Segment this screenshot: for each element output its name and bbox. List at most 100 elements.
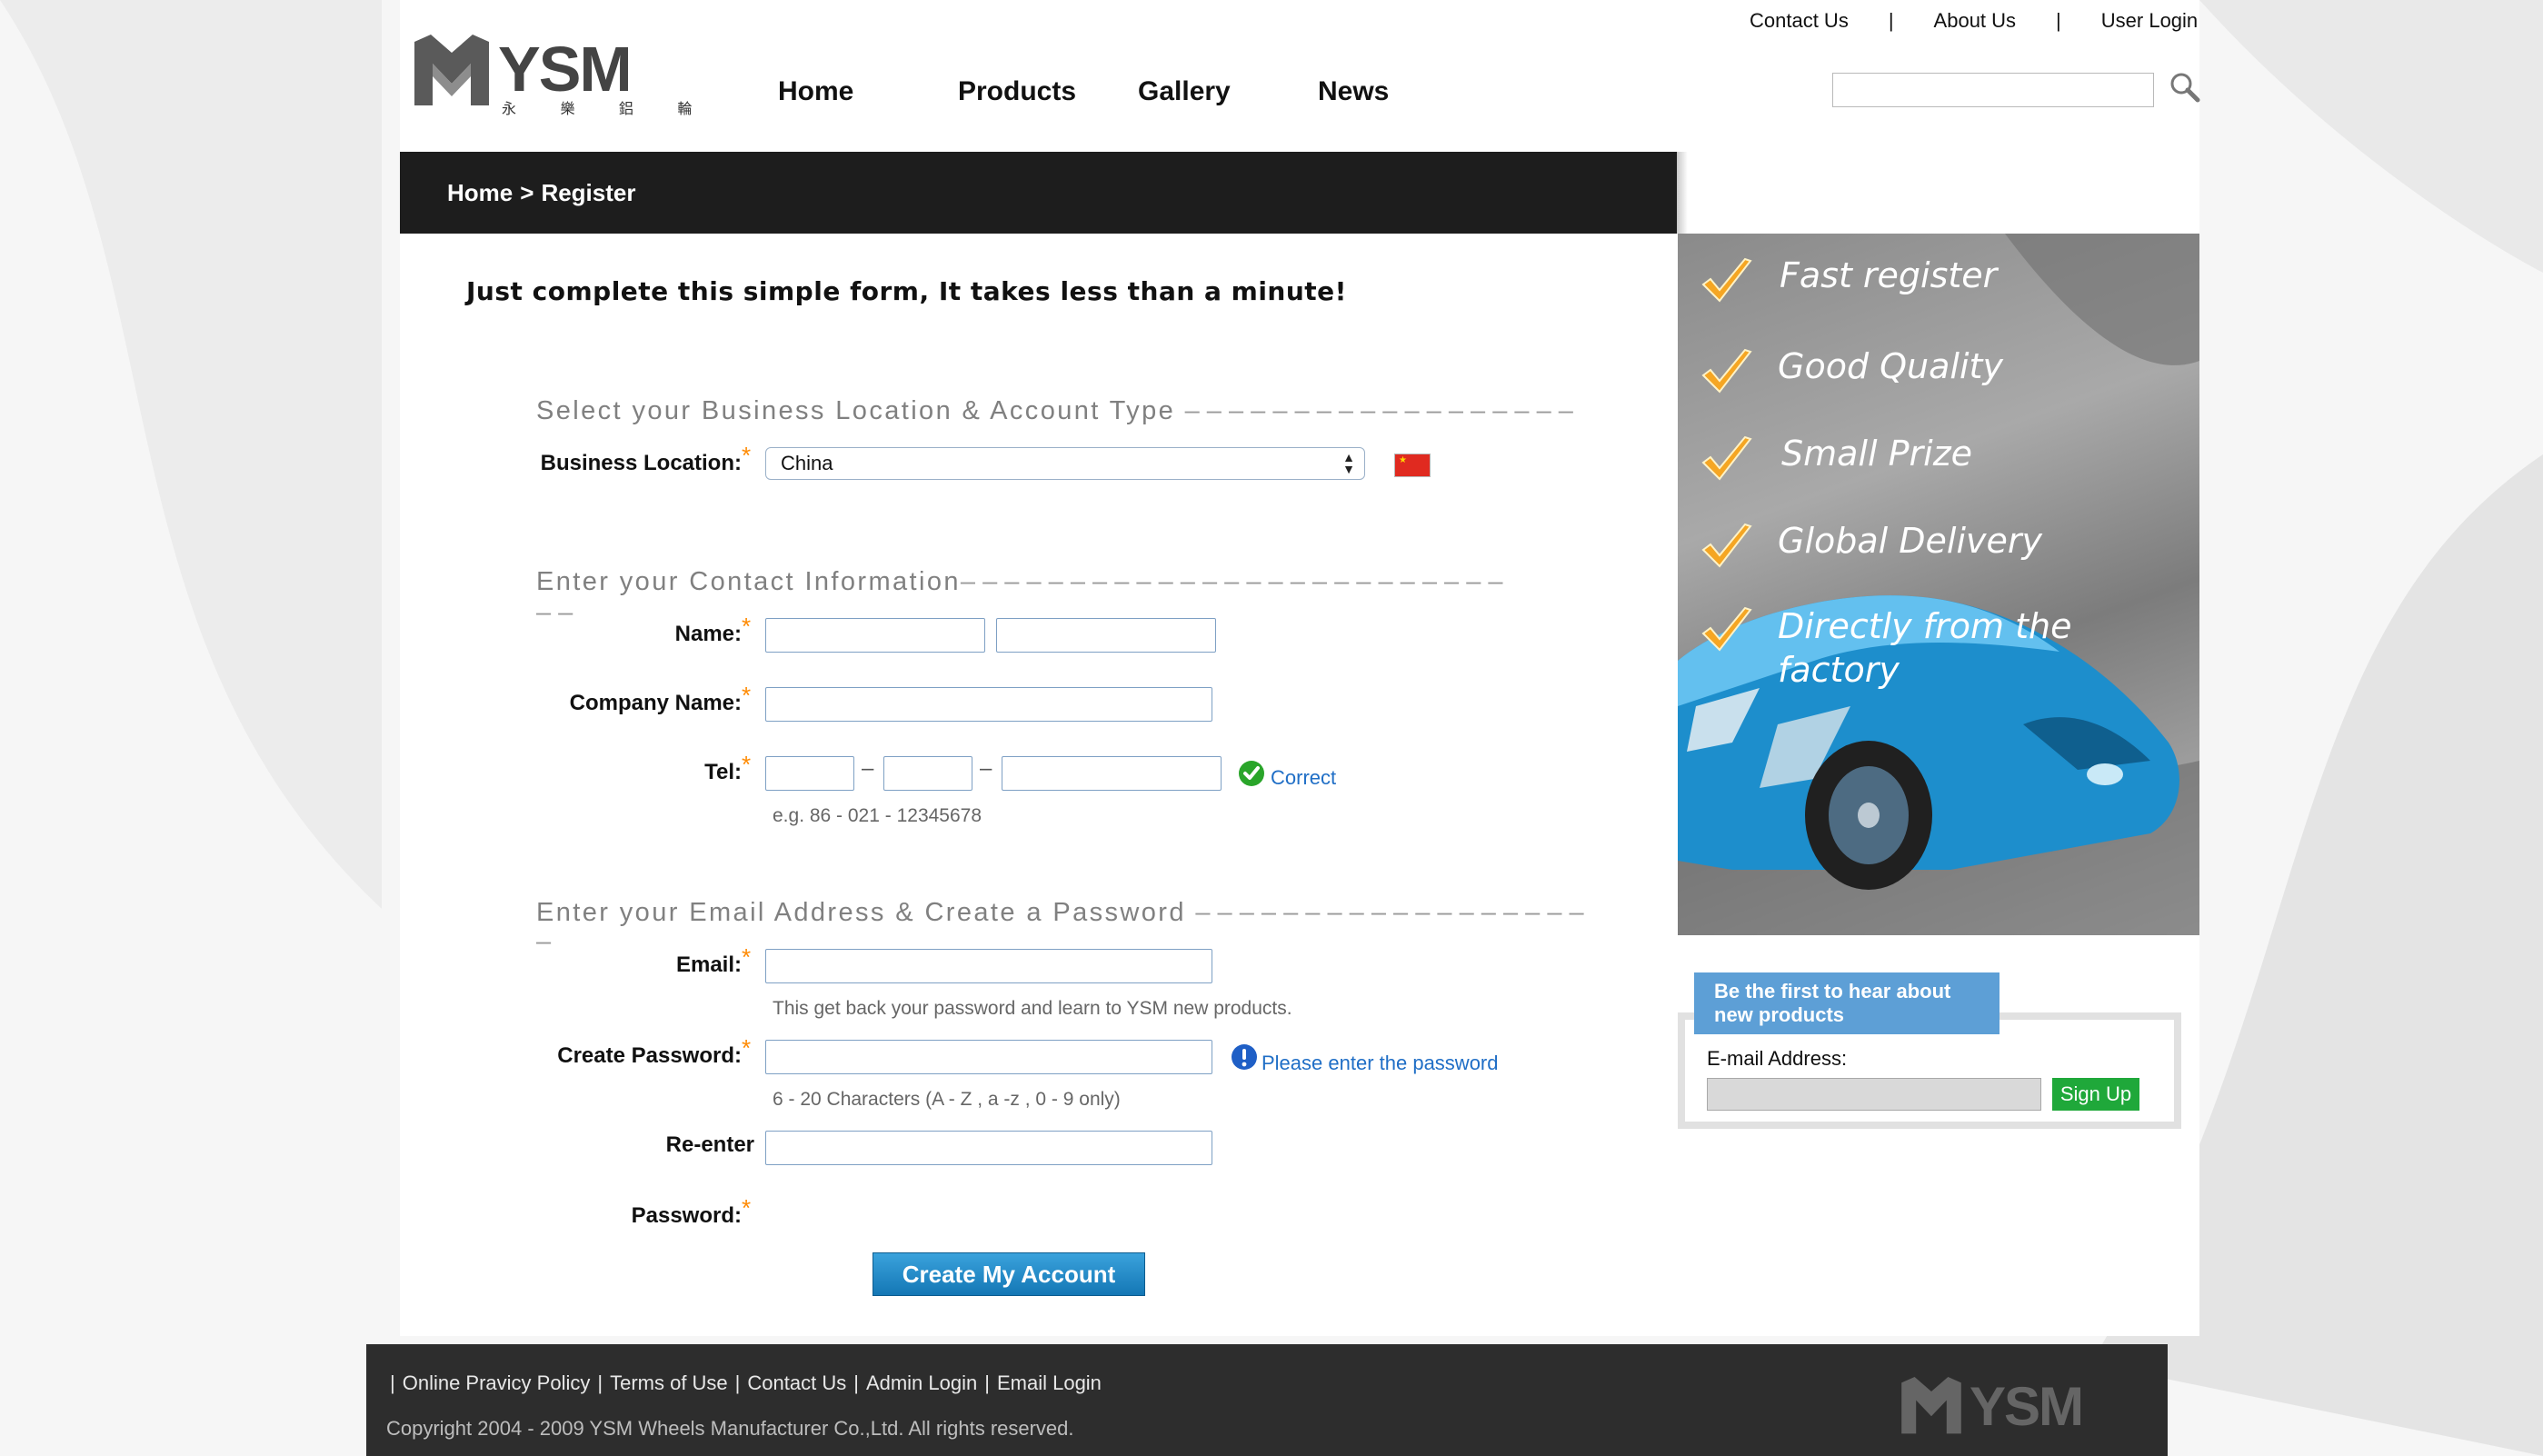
benefit-fast-register: Fast register: [1780, 255, 1998, 295]
footer-separator: |: [390, 1371, 395, 1394]
tel-area-code-input[interactable]: [883, 756, 972, 791]
sign-up-button[interactable]: Sign Up: [2052, 1078, 2139, 1111]
benefit-good-quality: Good Quality: [1778, 346, 2003, 386]
required-asterisk: *: [742, 1034, 752, 1062]
tel-hint: e.g. 86 - 021 - 12345678: [773, 805, 982, 826]
reenter-password-label: Password:: [631, 1203, 742, 1228]
newsletter-title: Be the first to hear about new products: [1694, 972, 1999, 1034]
business-location-label: Business Location:: [540, 451, 742, 475]
check-icon: [1700, 348, 1754, 399]
top-link-about-us[interactable]: About Us: [1934, 9, 2017, 36]
tel-number-input[interactable]: [1002, 756, 1222, 791]
section-title-email: Enter your Email Address & Create a Pass…: [536, 898, 1584, 928]
company-name-label: Company Name:: [569, 691, 742, 715]
nav-home[interactable]: Home: [778, 76, 853, 107]
footer-separator: |: [984, 1371, 990, 1394]
footer-separator: |: [734, 1371, 741, 1394]
top-links: Contact Us | About Us | User Login: [1750, 9, 2204, 36]
required-asterisk: *: [742, 613, 752, 640]
success-check-icon: [1238, 760, 1265, 787]
nav-gallery[interactable]: Gallery: [1138, 76, 1231, 107]
newsletter-title-line1: Be the first to hear about: [1714, 980, 1951, 1002]
top-link-separator: |: [2056, 9, 2061, 32]
required-asterisk: *: [742, 751, 752, 778]
check-icon: [1700, 606, 1754, 657]
check-icon: [1700, 257, 1754, 308]
search-input[interactable]: [1832, 73, 2154, 107]
nav-news[interactable]: News: [1318, 76, 1389, 107]
search-icon[interactable]: [2169, 71, 2201, 104]
tel-separator: –: [862, 756, 874, 781]
email-hint: This get back your password and learn to…: [773, 998, 1292, 1019]
info-alert-icon: [1231, 1043, 1258, 1071]
section-title-contact-text: Enter your Contact Information: [536, 567, 961, 596]
footer-separator: |: [853, 1371, 859, 1394]
email-input[interactable]: [765, 949, 1212, 983]
breadcrumb-separator: >: [520, 178, 534, 206]
benefit-directly-from-the: Directly from the: [1778, 606, 2072, 646]
newsletter-email-label: E-mail Address:: [1707, 1047, 1848, 1070]
breadcrumb-shadow: [1677, 152, 1688, 234]
footer-logo-icon: [1901, 1377, 1961, 1434]
benefits-list: Fast register Good Quality Small Prize G…: [1678, 234, 2199, 706]
section-title-contact: Enter your Contact Information– – – – – …: [536, 567, 1503, 597]
required-asterisk: *: [742, 943, 752, 971]
newsletter-email-input[interactable]: [1707, 1078, 2041, 1111]
top-link-user-login[interactable]: User Login: [2101, 9, 2198, 36]
top-link-separator: |: [1888, 9, 1894, 32]
section-divider: – – – – – – – – – – – – – – – – – –: [1195, 898, 1584, 927]
create-password-label: Create Password:: [557, 1043, 742, 1068]
breadcrumb-home[interactable]: Home: [447, 179, 513, 207]
top-link-contact-us[interactable]: Contact Us: [1750, 9, 1849, 36]
reenter-password-input[interactable]: [765, 1131, 1212, 1165]
tel-separator: –: [980, 756, 992, 781]
newsletter-title-line2: new products: [1714, 1003, 1845, 1026]
footer-link-privacy-policy[interactable]: Online Pravicy Policy: [403, 1371, 591, 1395]
footer-link-contact-us[interactable]: Contact Us: [747, 1371, 846, 1395]
required-asterisk: *: [742, 682, 752, 709]
company-name-input[interactable]: [765, 687, 1212, 722]
benefit-factory: factory: [1778, 650, 1900, 690]
section-title-location-text: Select your Business Location & Account …: [536, 396, 1176, 425]
create-account-button[interactable]: Create My Account: [873, 1252, 1145, 1296]
email-label: Email:: [675, 952, 742, 977]
footer-links: | Online Pravicy Policy | Terms of Use |…: [390, 1371, 1102, 1395]
required-asterisk: *: [742, 442, 752, 469]
footer-link-terms-of-use[interactable]: Terms of Use: [610, 1371, 728, 1395]
ysm-logo-icon: [414, 35, 489, 105]
footer-separator: |: [597, 1371, 603, 1394]
breadcrumb-current: Register: [541, 178, 636, 206]
benefit-global-delivery: Global Delivery: [1778, 521, 2043, 561]
section-divider: – – – – – – – – – – – – – – – – – –: [1184, 396, 1573, 425]
first-name-input[interactable]: [765, 618, 985, 653]
tel-label: Tel:: [704, 760, 742, 784]
check-icon: [1700, 435, 1754, 486]
select-arrows-icon: ▲ ▼: [1342, 450, 1355, 476]
ysm-logo[interactable]: YSM 永 樂 鋁 輪: [411, 33, 692, 117]
password-hint: 6 - 20 Characters (A - Z , a -z , 0 - 9 …: [773, 1089, 1121, 1110]
logo-wordmark: YSM: [498, 34, 633, 105]
last-name-input[interactable]: [996, 618, 1216, 653]
section-title-email-text: Enter your Email Address & Create a Pass…: [536, 898, 1186, 927]
section-title-location: Select your Business Location & Account …: [536, 396, 1573, 426]
password-status-text: Please enter the password: [1262, 1052, 1499, 1074]
footer: | Online Pravicy Policy | Terms of Use |…: [366, 1344, 2168, 1456]
business-location-value: China: [781, 452, 833, 474]
check-icon: [1700, 523, 1754, 573]
nav-products[interactable]: Products: [958, 76, 1076, 107]
footer-link-admin-login[interactable]: Admin Login: [866, 1371, 977, 1395]
create-password-input[interactable]: [765, 1040, 1212, 1074]
footer-link-email-login[interactable]: Email Login: [997, 1371, 1102, 1395]
logo-subtitle: 永 樂 鋁 輪: [502, 102, 713, 117]
tel-country-code-input[interactable]: [765, 756, 854, 791]
section-divider: – – – – – – – – – – – – – – – – – – – – …: [960, 567, 1503, 596]
name-label: Name:: [674, 622, 742, 646]
footer-logo-wordmark: YSM: [1970, 1376, 2084, 1437]
breadcrumb: Home > Register: [400, 152, 1677, 234]
reenter-label: Re-enter: [665, 1132, 754, 1157]
business-location-select[interactable]: China ▲ ▼: [765, 447, 1365, 480]
form-intro: Just complete this simple form, It takes…: [466, 276, 1347, 306]
copyright-text: Copyright 2004 - 2009 YSM Wheels Manufac…: [386, 1417, 1074, 1440]
benefit-small-prize: Small Prize: [1781, 434, 1973, 474]
required-asterisk: *: [742, 1194, 752, 1222]
